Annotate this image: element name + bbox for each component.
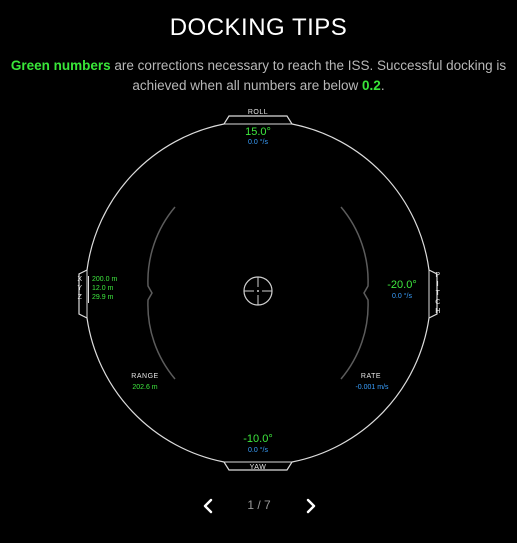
rate-label: RATE [360, 373, 382, 380]
yaw-value: -10.0° [243, 433, 273, 445]
pitch-label-letter: P [435, 272, 441, 279]
roll-value: 15.0° [245, 126, 271, 138]
axis-value-y: 12.0 m [92, 285, 114, 292]
axis-label-x: X [77, 276, 83, 283]
pager: 1 / 7 [0, 496, 517, 516]
rate-value: -0.001 m/s [355, 384, 389, 391]
inner-arc-left [147, 206, 176, 380]
pitch-label-letter: T [435, 290, 441, 297]
pitch-value: -20.0° [387, 279, 417, 291]
yaw-label: YAW [249, 464, 267, 471]
range-label: RANGE [131, 373, 159, 380]
chevron-left-icon[interactable] [199, 496, 219, 516]
roll-label: ROLL [247, 109, 269, 116]
yaw-rate: 0.0 °/s [248, 447, 268, 454]
axis-value-z: 29.9 m [92, 294, 114, 301]
pitch-label-letter: C [435, 299, 441, 306]
pitch-label-letter: H [435, 308, 441, 315]
pitch-label: PITCH [434, 271, 442, 316]
range-value: 202.6 m [132, 384, 158, 391]
axis-label-z: Z [77, 294, 83, 301]
crosshair-icon [243, 276, 273, 306]
pitch-rate: 0.0 °/s [392, 293, 412, 300]
axis-label-y: Y [77, 285, 83, 292]
chevron-right-icon[interactable] [300, 496, 320, 516]
axis-value-x: 200.0 m [92, 276, 118, 283]
page-indicator: 1 / 7 [247, 498, 271, 512]
xyz-divider [88, 276, 89, 303]
pitch-label-letter: I [436, 281, 440, 288]
roll-rate: 0.0 °/s [248, 139, 268, 146]
inner-arc-right [340, 206, 369, 380]
